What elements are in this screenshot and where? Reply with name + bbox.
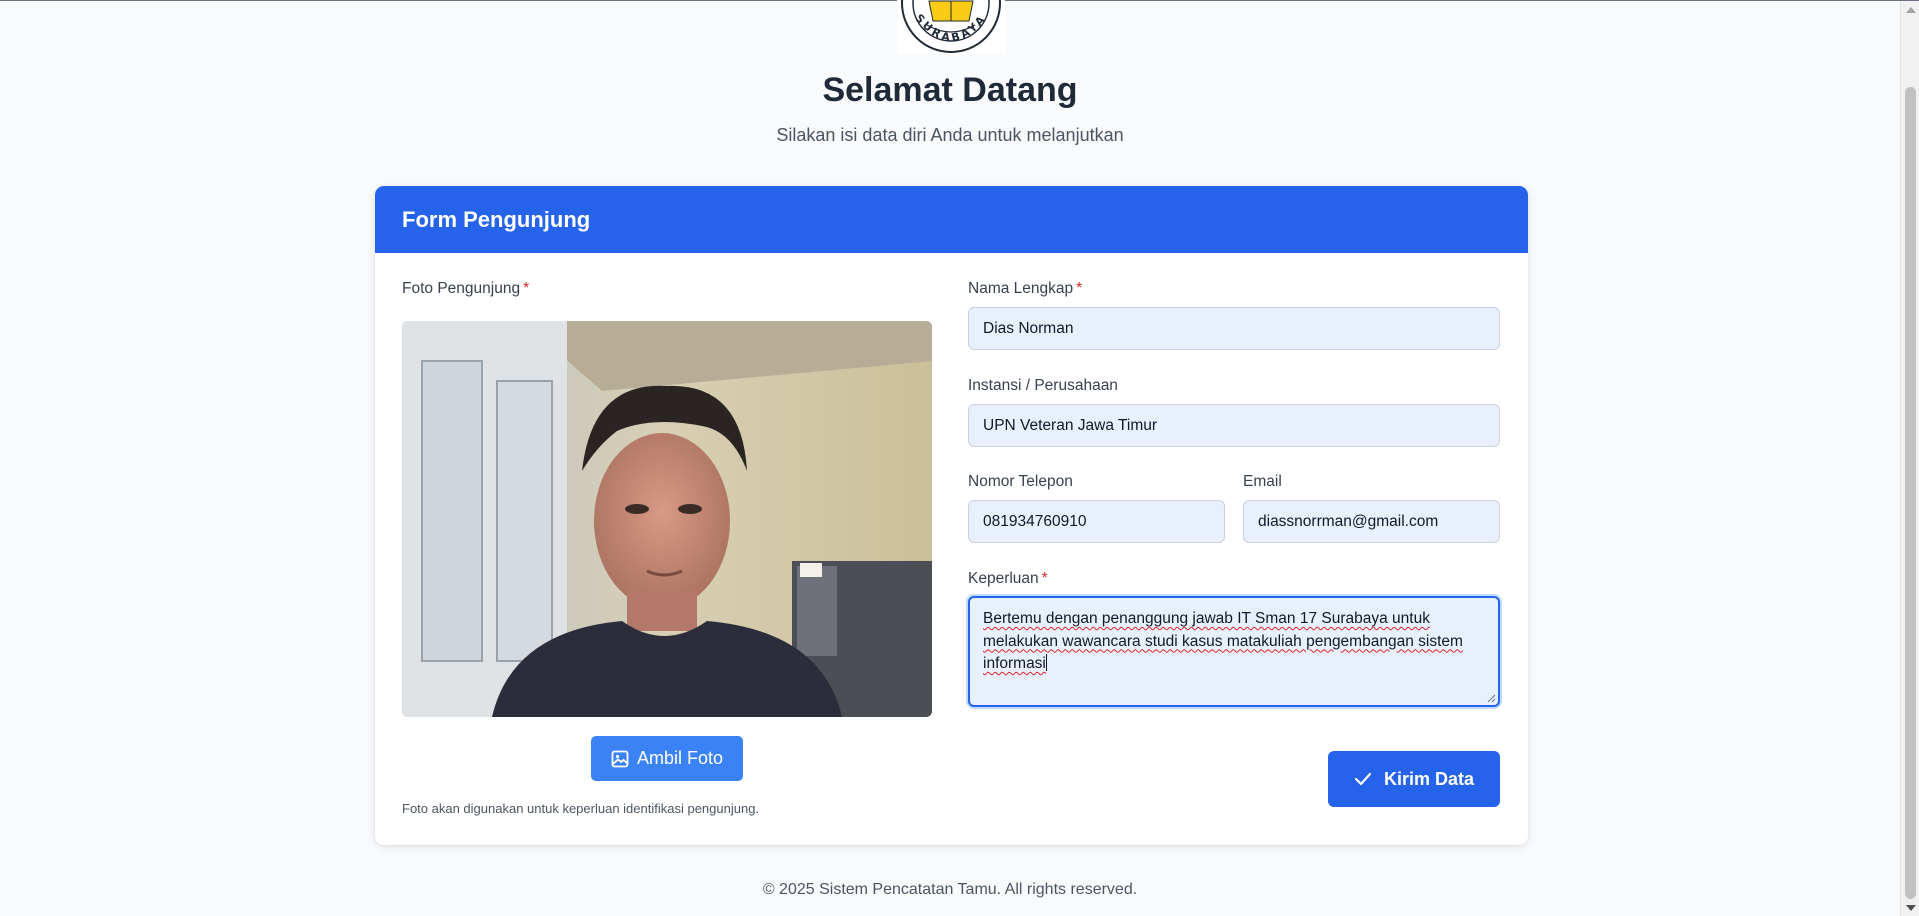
image-icon bbox=[611, 750, 629, 767]
required-mark: * bbox=[1041, 570, 1048, 587]
required-mark: * bbox=[523, 280, 530, 297]
purpose-textarea[interactable]: Bertemu dengan penanggung jawab IT Sman … bbox=[968, 596, 1500, 707]
full-name-input[interactable]: Dias Norman bbox=[968, 307, 1500, 350]
photo-label: Foto Pengunjung * bbox=[402, 280, 529, 298]
resize-handle-icon[interactable] bbox=[1487, 694, 1496, 703]
check-icon bbox=[1354, 772, 1372, 786]
email-label: Email bbox=[1243, 473, 1282, 490]
scroll-up-arrow-icon[interactable] bbox=[1906, 7, 1916, 13]
vertical-scrollbar[interactable] bbox=[1900, 1, 1919, 916]
photo-hint: Foto akan digunakan untuk keperluan iden… bbox=[402, 801, 760, 816]
submit-button[interactable]: Kirim Data bbox=[1328, 751, 1500, 807]
email-input[interactable]: diassnorrman@gmail.com bbox=[1243, 500, 1500, 543]
visitor-photo bbox=[402, 321, 932, 717]
card-title: Form Pengunjung bbox=[402, 206, 591, 232]
camera-preview bbox=[402, 321, 932, 717]
photo-label-text: Foto Pengunjung bbox=[402, 280, 521, 297]
purpose-label-text: Keperluan bbox=[968, 570, 1039, 587]
page: SURABAYA Selamat Datang Silakan isi data… bbox=[0, 0, 1900, 916]
scrollbar-thumb[interactable] bbox=[1905, 87, 1916, 899]
phone-input[interactable]: 081934760910 bbox=[968, 500, 1225, 543]
page-subtitle: Silakan isi data diri Anda untuk melanju… bbox=[776, 125, 1124, 145]
page-title: Selamat Datang bbox=[822, 71, 1078, 109]
visitor-form-card: Form Pengunjung Foto Pengunjung * Ambil … bbox=[375, 186, 1528, 845]
footer-copyright: © 2025 Sistem Pencatatan Tamu. All right… bbox=[762, 881, 1138, 898]
institution-input[interactable]: UPN Veteran Jawa Timur bbox=[968, 404, 1500, 447]
required-mark: * bbox=[1076, 280, 1083, 297]
scroll-down-arrow-icon[interactable] bbox=[1906, 905, 1916, 911]
institution-label: Instansi / Perusahaan bbox=[968, 377, 1118, 394]
purpose-text: Bertemu dengan penanggung jawab IT Sman … bbox=[983, 610, 1463, 672]
phone-label: Nomor Telepon bbox=[968, 473, 1073, 490]
full-name-label-text: Nama Lengkap bbox=[968, 280, 1074, 297]
card-header: Form Pengunjung bbox=[375, 186, 1528, 253]
take-photo-button[interactable]: Ambil Foto bbox=[591, 736, 743, 781]
full-name-label: Nama Lengkap * bbox=[968, 280, 1082, 298]
purpose-label: Keperluan * bbox=[968, 570, 1048, 588]
submit-label: Kirim Data bbox=[1383, 768, 1475, 789]
text-caret bbox=[1045, 654, 1047, 671]
school-logo: SURABAYA bbox=[897, 0, 1005, 54]
take-photo-label: Ambil Foto bbox=[636, 748, 724, 768]
